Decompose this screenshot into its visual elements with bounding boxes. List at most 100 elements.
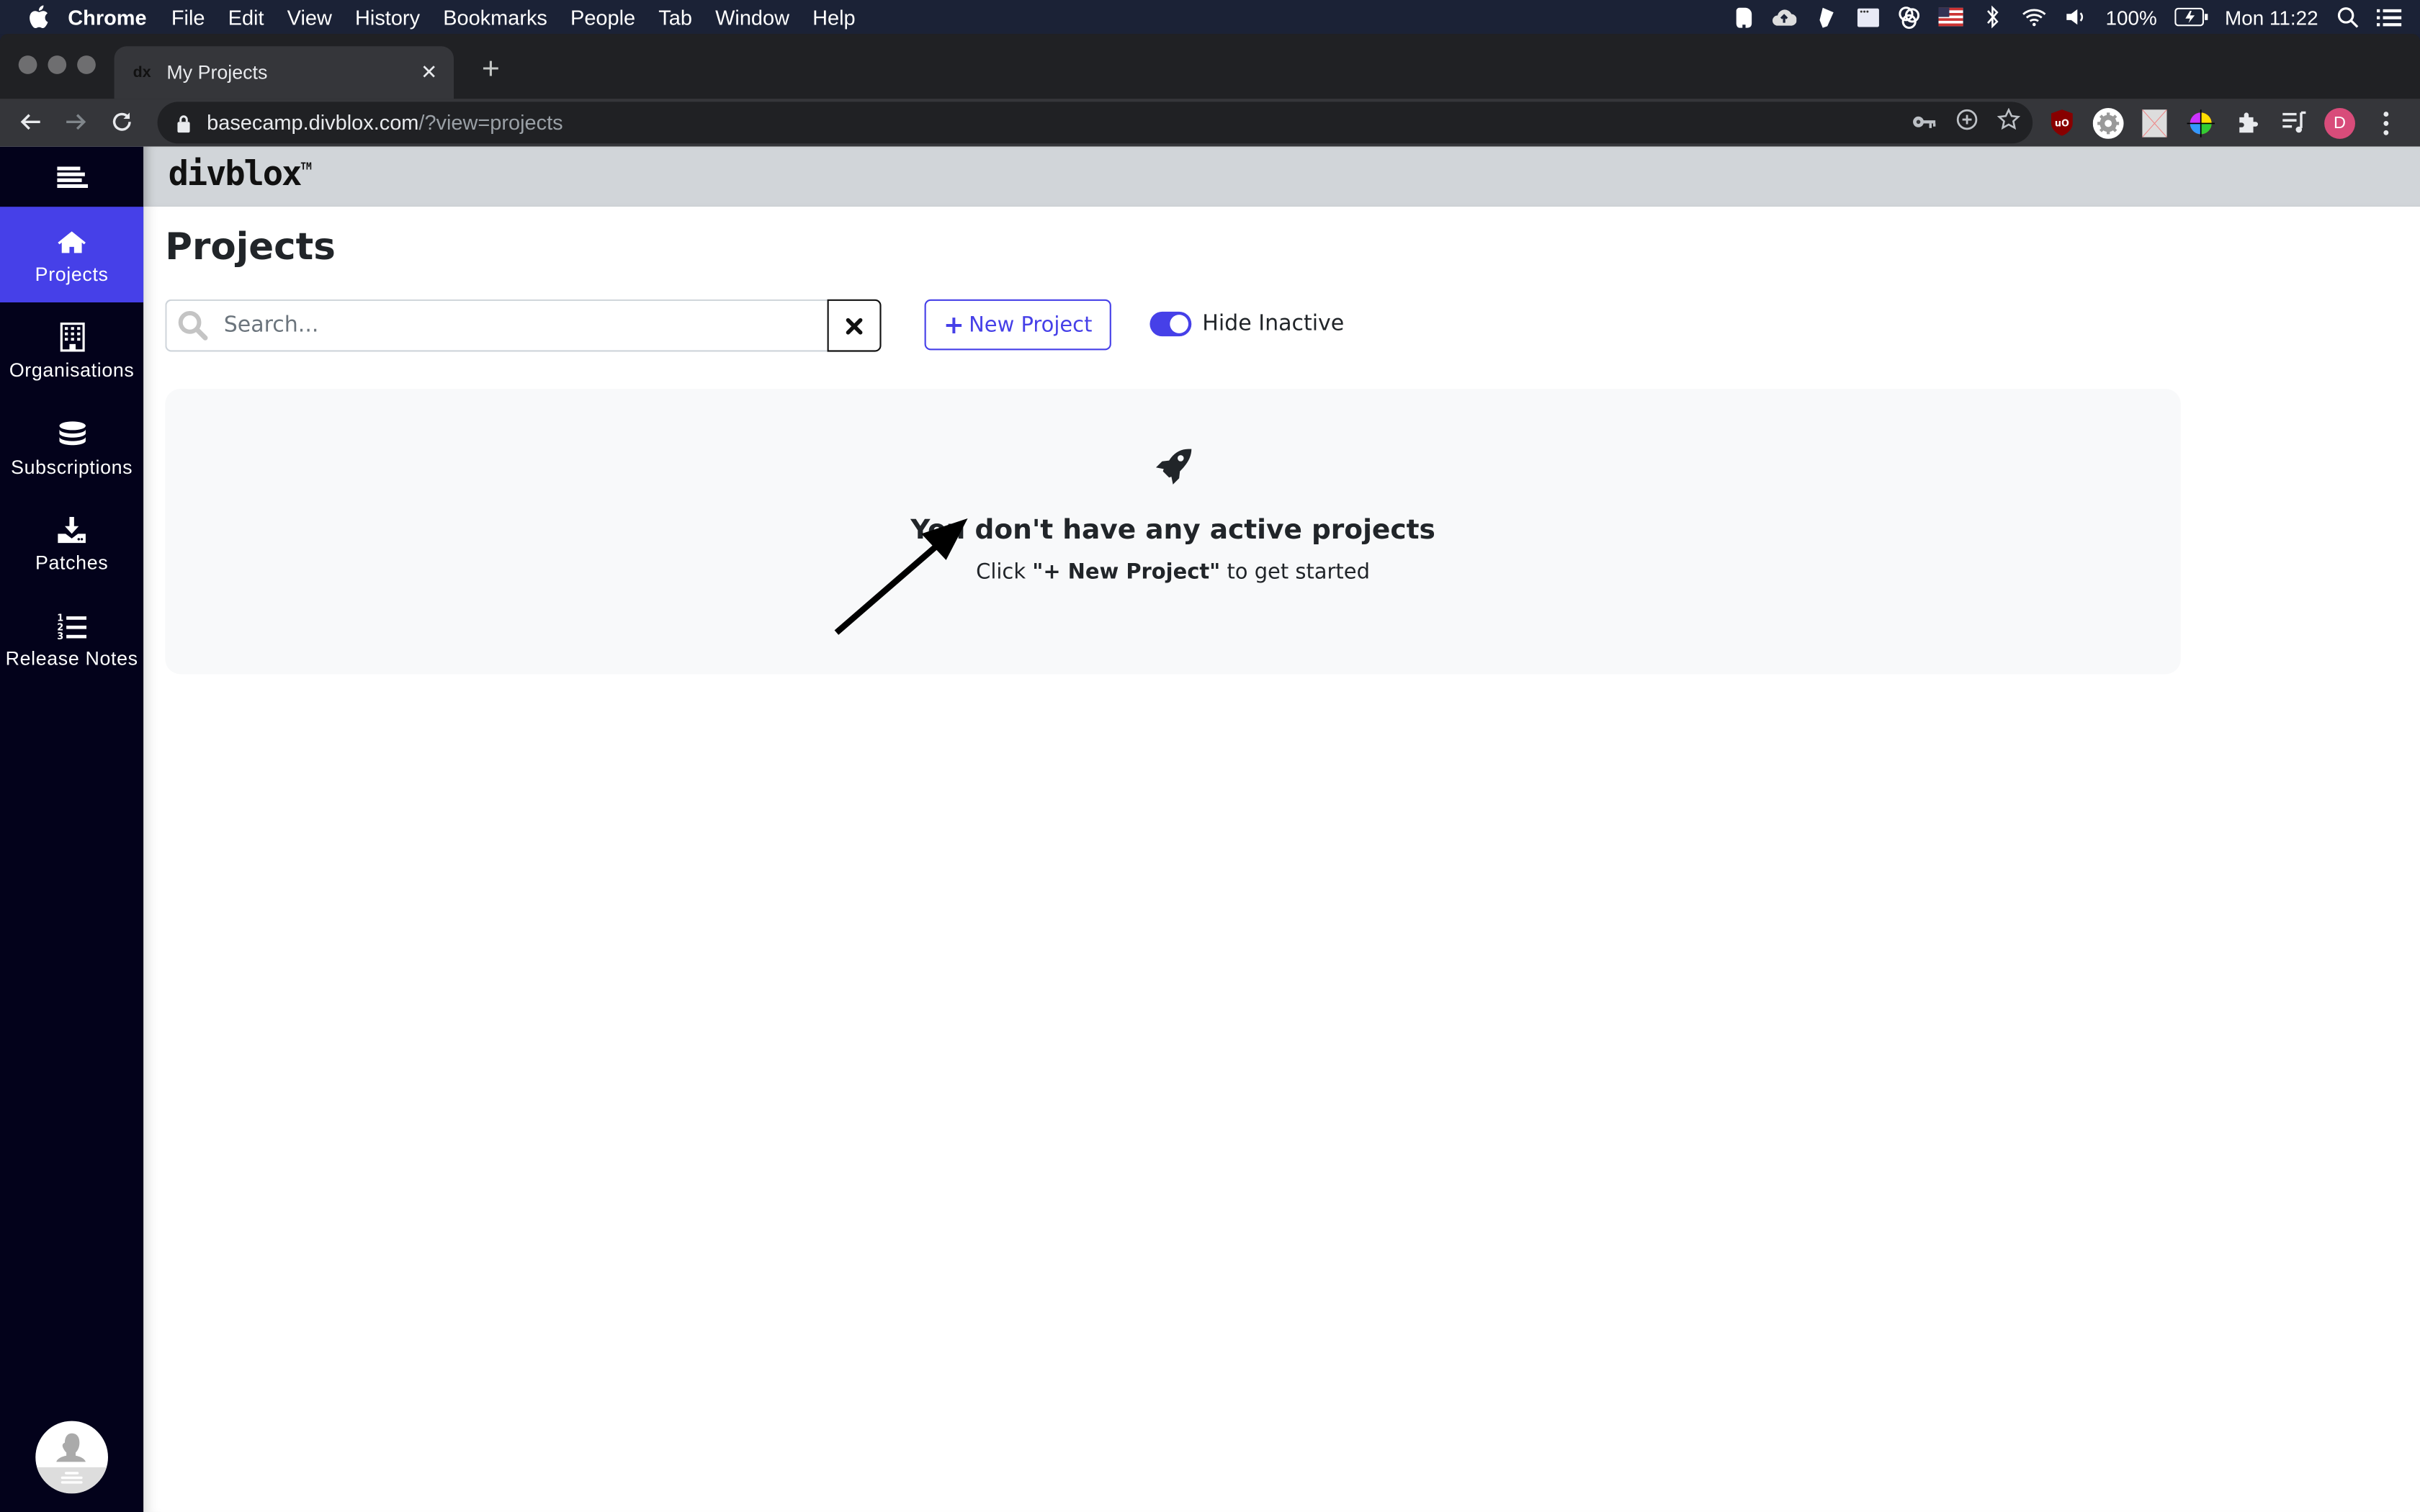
blank-extension-icon[interactable] xyxy=(2139,107,2170,138)
page-title: Projects xyxy=(165,225,336,269)
svg-text:3: 3 xyxy=(57,631,64,639)
menu-help[interactable]: Help xyxy=(812,6,855,29)
menu-window[interactable]: Window xyxy=(715,6,789,29)
spotlight-search-icon[interactable] xyxy=(2335,4,2360,29)
logo-text: divblox xyxy=(168,156,302,194)
address-bar[interactable]: basecamp.divblox.com/?view=projects xyxy=(157,102,2033,144)
battery-charging-icon[interactable] xyxy=(2174,4,2208,29)
media-controls-icon[interactable] xyxy=(2278,107,2309,138)
hide-inactive-toggle[interactable] xyxy=(1150,311,1192,337)
page-viewport: Projects Organisations Subscriptions Pat… xyxy=(0,146,2420,1512)
password-key-icon[interactable] xyxy=(1912,109,1937,137)
search-group xyxy=(165,299,882,352)
close-window-button[interactable] xyxy=(18,55,37,74)
sidebar-item-subscriptions[interactable]: Subscriptions xyxy=(0,400,143,495)
menu-people[interactable]: People xyxy=(570,6,635,29)
back-arrow-icon xyxy=(20,114,40,130)
chrome-menu-kebab-icon[interactable] xyxy=(2370,107,2401,138)
evernote-icon[interactable] xyxy=(1731,4,1755,29)
menu-view[interactable]: View xyxy=(287,6,332,29)
building-icon xyxy=(59,320,84,354)
menubar-status-area: 100% Mon 11:22 xyxy=(1731,0,2402,34)
divblox-logo[interactable]: divbloxTM xyxy=(169,156,312,194)
new-project-label: New Project xyxy=(969,312,1093,338)
clear-search-button[interactable] xyxy=(827,299,882,352)
sidebar-item-label: Subscriptions xyxy=(11,456,133,478)
plus-icon: + xyxy=(943,309,964,339)
menu-history[interactable]: History xyxy=(355,6,420,29)
bluetooth-icon[interactable] xyxy=(1981,4,2005,29)
menu-tab[interactable]: Tab xyxy=(658,6,692,29)
forward-button[interactable] xyxy=(57,104,94,140)
us-flag-icon[interactable] xyxy=(1939,4,1964,29)
search-input[interactable] xyxy=(223,313,828,338)
sidebar-item-label: Organisations xyxy=(9,359,135,381)
browser-toolbar: basecamp.divblox.com/?view=projects uO D xyxy=(0,99,2420,147)
minimize-window-button[interactable] xyxy=(48,55,67,74)
browser-window: dx My Projects ✕ + basecamp.divblox.com /… xyxy=(0,34,2420,1512)
empty-state-subtitle: Click "+ New Project" to get started xyxy=(165,560,2181,585)
lock-icon[interactable] xyxy=(176,114,194,132)
search-field xyxy=(165,299,828,352)
empty-sub-prefix: Click xyxy=(976,559,1033,585)
empty-state-title: You don't have any active projects xyxy=(910,515,1435,546)
sidebar-item-label: Patches xyxy=(35,552,109,574)
sidebar-item-label: Projects xyxy=(35,263,109,285)
new-project-button[interactable]: + New Project xyxy=(924,299,1111,351)
pen-icon[interactable] xyxy=(1814,4,1838,29)
sidebar-toggle-button[interactable] xyxy=(0,147,143,207)
reload-button[interactable] xyxy=(104,104,140,140)
clock[interactable]: Mon 11:22 xyxy=(2225,6,2318,29)
hide-inactive-label[interactable]: Hide Inactive xyxy=(1202,312,1344,336)
download-icon xyxy=(57,513,86,547)
notification-center-icon[interactable] xyxy=(2377,4,2402,29)
bookmark-star-icon[interactable] xyxy=(1996,107,2021,138)
tab-my-projects[interactable]: dx My Projects ✕ xyxy=(114,46,454,99)
menu-file[interactable]: File xyxy=(171,6,205,29)
sidebar-item-organisations[interactable]: Organisations xyxy=(0,302,143,398)
sidebar: Projects Organisations Subscriptions Pat… xyxy=(0,146,144,1512)
home-icon xyxy=(57,225,86,258)
tab-close-icon[interactable]: ✕ xyxy=(413,60,444,85)
creative-cloud-icon[interactable] xyxy=(1897,4,1922,30)
omnibox-actions xyxy=(1912,102,2021,143)
close-icon xyxy=(846,317,863,334)
empty-state-panel: You don't have any active projects Click… xyxy=(165,389,2181,675)
new-tab-button[interactable]: + xyxy=(475,52,506,86)
rocket-icon xyxy=(1156,449,1192,485)
ublock-origin-icon[interactable]: uO xyxy=(2046,107,2077,138)
cloud-upload-icon[interactable] xyxy=(1773,4,1797,29)
install-app-icon[interactable] xyxy=(1955,107,1978,138)
color-picker-icon[interactable] xyxy=(2185,107,2216,138)
forward-arrow-icon xyxy=(66,114,86,130)
menu-edit[interactable]: Edit xyxy=(228,6,264,29)
settings-gear-extension-icon[interactable] xyxy=(2092,107,2124,138)
reload-icon xyxy=(112,112,131,131)
back-button[interactable] xyxy=(12,104,49,140)
profile-avatar-button[interactable]: D xyxy=(2324,107,2355,138)
toggle-knob xyxy=(1170,315,1188,333)
screen: Chrome File Edit View History Bookmarks … xyxy=(0,0,2420,1512)
maximize-window-button[interactable] xyxy=(77,55,96,74)
wifi-icon[interactable] xyxy=(2022,4,2047,29)
hide-inactive-control: Hide Inactive xyxy=(1150,302,1344,346)
url-path: /?view=projects xyxy=(418,111,563,135)
sidebar-item-release-notes[interactable]: 123 Release Notes xyxy=(0,591,143,687)
sidebar-item-patches[interactable]: Patches xyxy=(0,495,143,591)
menu-app-chrome[interactable]: Chrome xyxy=(68,6,146,29)
sidebar-item-projects[interactable]: Projects xyxy=(0,207,144,302)
main-content: Projects + New Project xyxy=(143,207,2420,1512)
macos-menubar: Chrome File Edit View History Bookmarks … xyxy=(0,0,2420,35)
extensions-puzzle-icon[interactable] xyxy=(2232,107,2263,138)
menu-lines-icon xyxy=(56,166,88,187)
user-avatar[interactable] xyxy=(35,1421,108,1494)
extensions-area: uO D xyxy=(2046,104,2401,143)
volume-icon[interactable] xyxy=(2064,4,2089,29)
divblox-favicon-icon: dx xyxy=(133,63,151,81)
menu-bookmarks[interactable]: Bookmarks xyxy=(443,6,547,29)
battery-percent: 100% xyxy=(2105,5,2157,29)
app-topbar: divbloxTM xyxy=(143,146,2420,207)
empty-sub-bold: "+ New Project" xyxy=(1032,559,1221,585)
window-icon[interactable] xyxy=(1855,4,1880,29)
apple-icon[interactable] xyxy=(28,4,53,29)
